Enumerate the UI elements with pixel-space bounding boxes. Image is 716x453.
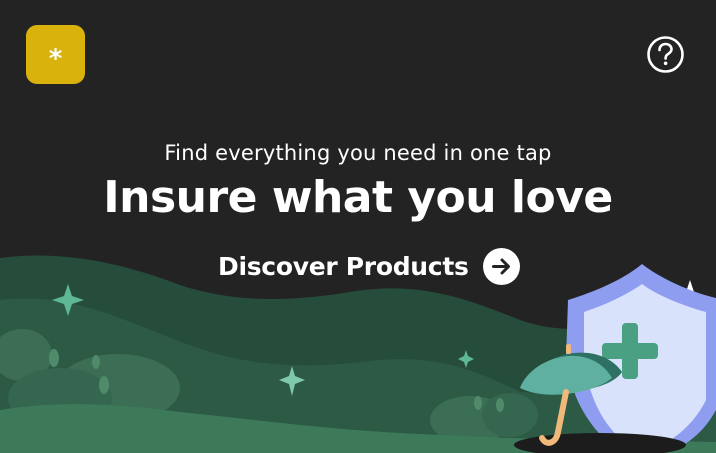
- hero-subtitle: Find everything you need in one tap: [164, 141, 552, 165]
- hero-headline: Insure what you love: [103, 172, 613, 223]
- question-circle-icon: [647, 36, 684, 73]
- discover-products-button[interactable]: Discover Products: [218, 246, 520, 286]
- discover-products-label: Discover Products: [218, 251, 469, 281]
- bush-spot: [92, 355, 100, 369]
- plus-icon-horizontal: [602, 343, 658, 359]
- bush: [482, 393, 538, 437]
- app-logo[interactable]: *: [26, 25, 85, 84]
- umbrella-tip: [566, 344, 571, 354]
- bush-spot: [474, 396, 482, 410]
- bush-spot: [49, 349, 59, 367]
- landscape-illustration: [0, 255, 716, 453]
- bush-spot: [496, 398, 504, 412]
- arrow-right-circle-icon: [482, 247, 520, 285]
- bush-spot: [99, 376, 109, 394]
- insurance-promo-screen: * Find everything you need in one tap In…: [0, 0, 716, 453]
- logo-glyph: *: [48, 43, 63, 74]
- help-button[interactable]: [646, 35, 685, 74]
